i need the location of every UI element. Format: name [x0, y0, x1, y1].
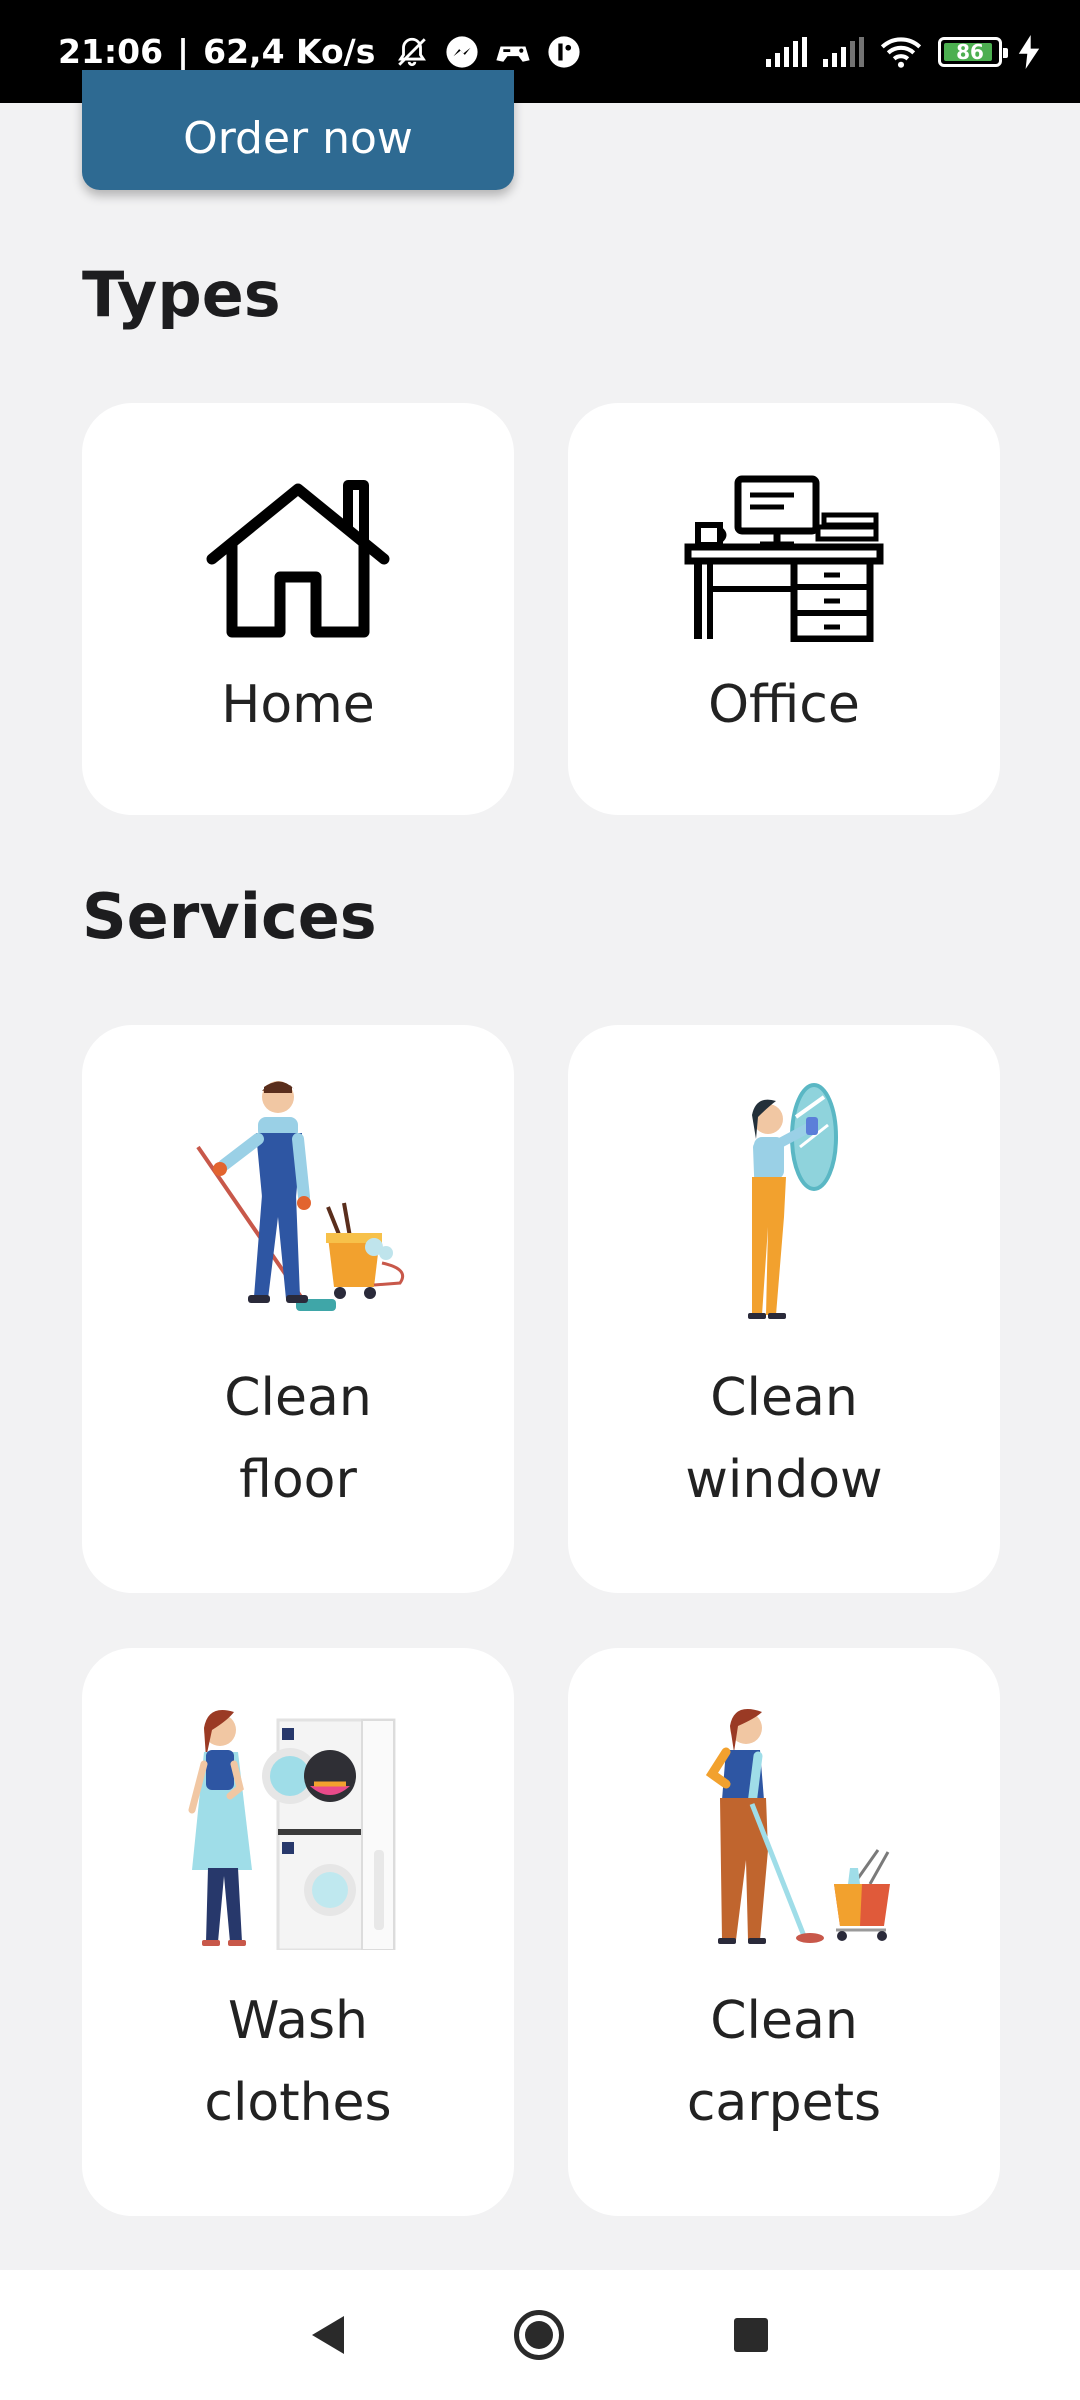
type-label-home: Home	[221, 675, 375, 735]
signal-strength-icon	[766, 36, 807, 67]
wifi-icon	[880, 36, 922, 68]
office-desk-icon	[684, 475, 884, 642]
types-heading: Types	[82, 258, 281, 331]
bell-off-icon	[398, 37, 427, 66]
service-card-clean-window[interactable]: Clean window	[568, 1025, 1000, 1593]
battery-level: 86	[956, 39, 984, 64]
services-heading: Services	[82, 880, 377, 953]
type-card-home[interactable]: Home	[82, 403, 514, 815]
status-network-speed: 62,4 Ko/s	[203, 32, 376, 71]
signal-strength-icon-2	[823, 36, 864, 67]
woman-cleaning-carpet-illustration	[705, 1709, 890, 1944]
system-navigation-bar	[0, 2270, 1080, 2400]
app-notification-icon	[548, 35, 580, 68]
house-icon	[206, 480, 390, 638]
recent-apps-icon[interactable]	[734, 2318, 768, 2352]
type-card-office[interactable]: Office	[568, 403, 1000, 815]
back-icon[interactable]	[312, 2316, 344, 2354]
status-separator: |	[177, 32, 190, 71]
service-card-clean-floor[interactable]: Clean floor	[82, 1025, 514, 1593]
type-label-office: Office	[708, 675, 860, 735]
battery-icon: 86	[938, 36, 1008, 67]
home-icon[interactable]	[514, 2310, 564, 2360]
man-mopping-illustration	[196, 1081, 405, 1311]
service-card-clean-carpets[interactable]: Clean carpets	[568, 1648, 1000, 2216]
charging-bolt-icon	[1018, 34, 1040, 69]
service-label-clean-floor: Clean floor	[224, 1368, 372, 1510]
service-label-clean-carpets: Clean carpets	[686, 1991, 882, 2133]
game-controller-icon	[496, 45, 531, 62]
woman-washing-clothes-illustration	[188, 1710, 396, 1950]
messenger-icon	[446, 35, 478, 68]
service-label-wash-clothes: Wash clothes	[204, 1991, 392, 2133]
service-label-clean-window: Clean window	[685, 1368, 883, 1510]
order-now-button[interactable]: Order now	[82, 70, 514, 190]
service-card-wash-clothes[interactable]: Wash clothes	[82, 1648, 514, 2216]
woman-cleaning-window-illustration	[748, 1083, 838, 1319]
status-time: 21:06	[58, 32, 164, 71]
